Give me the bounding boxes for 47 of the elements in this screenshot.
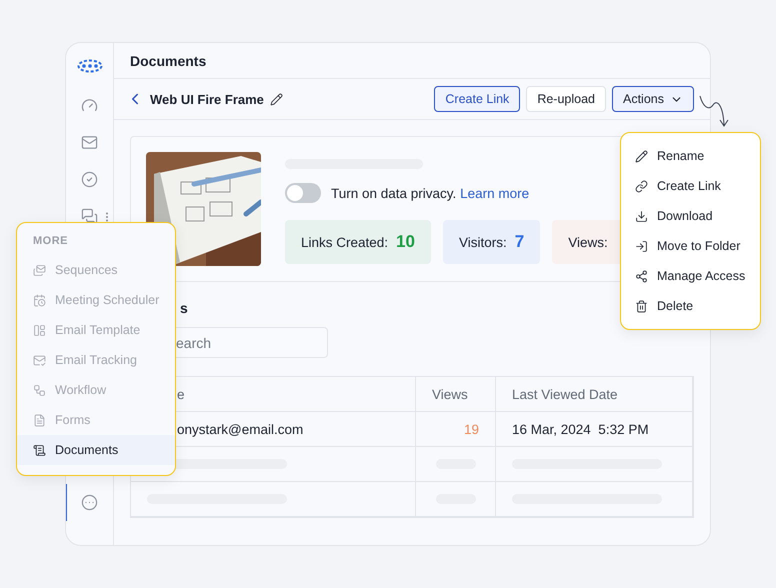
actions-button[interactable]: Actions [612,86,694,112]
page-title: Documents [130,52,206,68]
table-cell: 16 Mar, 2024 5:32 PM [496,412,693,447]
reupload-button[interactable]: Re-upload [526,86,606,112]
mail-check-icon [33,354,46,366]
trash-icon [635,300,648,312]
share-icon [635,270,648,282]
menu-item[interactable]: Rename [621,141,760,171]
enter-icon [635,240,648,252]
menu-item[interactable]: Move to Folder [621,231,760,261]
logo-icon [76,59,102,73]
form-icon [33,414,46,426]
learn-more-link[interactable]: Learn more [460,186,530,200]
create-link-button[interactable]: Create Link [434,86,520,112]
chat-icon [81,208,98,225]
mail-icon [33,264,46,276]
stat-label: Views: [568,234,608,250]
menu-item[interactable]: Documents [17,435,175,465]
stat-value: 10 [396,232,415,252]
curved-arrow [699,95,729,129]
pencil-icon [635,150,648,162]
column-header: Views [416,377,496,412]
stat-value: 7 [514,232,524,252]
menu-item[interactable]: Manage Access [621,261,760,291]
menu-item[interactable]: Delete [621,291,760,321]
section-title: s [180,300,188,316]
stat-label: Visitors: [458,234,507,250]
more-icon [81,494,98,511]
link-icon [635,180,648,192]
column-header: Last Viewed Date [496,377,693,412]
calendar-icon [33,294,46,306]
layout-icon [33,324,46,336]
mail-icon [81,134,98,151]
stat-label: Links Created: [301,234,388,250]
menu-item[interactable]: Download [621,201,760,231]
check-circle-icon [81,171,98,188]
workflow-icon [33,384,46,396]
privacy-text: Turn on data privacy. Learn more [331,186,530,200]
download-icon [635,210,648,222]
privacy-toggle[interactable] [285,183,321,203]
menu-item[interactable]: Create Link [621,171,760,201]
table-cell: 19 [416,412,496,447]
pencil-icon[interactable] [270,92,283,106]
document-title: Web UI Fire Frame [150,92,264,106]
gauge-icon [81,97,98,114]
menu-heading: MORE [32,235,69,249]
document-icon [33,444,46,456]
